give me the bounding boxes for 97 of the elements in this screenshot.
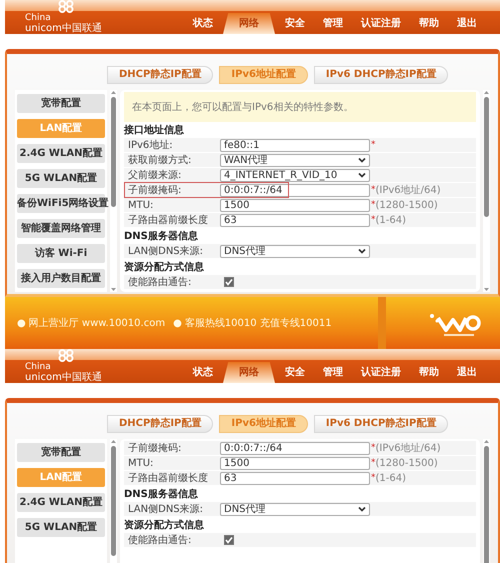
section-heading: DNS服务器信息 xyxy=(124,488,199,502)
footer-stripe xyxy=(378,297,386,349)
field-label: 子路由器前缀长度 xyxy=(127,472,209,485)
nav-tab[interactable]: 状态 xyxy=(185,362,221,383)
text-field[interactable]: 63 xyxy=(220,214,370,226)
nav-tab[interactable]: 管理 xyxy=(315,362,351,383)
field-label: 使能路由通告: xyxy=(127,534,192,547)
text-field[interactable]: 0:0:0:7::/64 xyxy=(220,442,370,454)
sidebar-item[interactable]: 2.4G WLAN配置 xyxy=(17,493,105,512)
sidebar-item[interactable]: 2.4G WLAN配置 xyxy=(17,144,105,163)
scrollbar[interactable] xyxy=(110,90,117,292)
field-label: 使能路由通告: xyxy=(127,276,192,289)
sidebar-item[interactable]: 访客 Wi-Fi xyxy=(17,244,105,263)
required-mark: * xyxy=(371,185,376,195)
section-heading: 接口地址信息 xyxy=(124,124,185,138)
chevron-down-icon xyxy=(358,172,366,178)
required-mark: * xyxy=(371,215,376,225)
field-hint: (1-64) xyxy=(376,214,406,226)
field-label: LAN侧DNS来源: xyxy=(127,244,204,258)
nav-tab[interactable]: 网络 xyxy=(223,362,275,383)
nav-tab[interactable]: 管理 xyxy=(315,13,351,34)
brand-name: unicom中国联通 xyxy=(25,372,103,383)
dropdown[interactable]: 4_INTERNET_R_VID_10 xyxy=(220,168,370,182)
config-tab[interactable]: IPv6 DHCP静态IP配置 xyxy=(314,66,448,84)
sidebar-item[interactable]: 宽带配置 xyxy=(17,94,105,113)
section-heading: 资源分配方式信息 xyxy=(124,260,205,275)
required-mark: * xyxy=(371,140,376,150)
brand-name: unicom中国联通 xyxy=(25,23,103,34)
field-hint: (1280-1500) xyxy=(376,458,438,468)
chevron-down-icon xyxy=(358,506,366,512)
dropdown[interactable]: DNS代理 xyxy=(220,244,370,258)
nav-tab[interactable]: 安全 xyxy=(277,13,313,34)
scroll-down-icon xyxy=(110,287,117,292)
dropdown[interactable]: WAN代理 xyxy=(220,154,370,166)
sidebar-item[interactable]: 5G WLAN配置 xyxy=(17,518,105,537)
nav-tab[interactable]: 认证注册 xyxy=(353,362,409,383)
nav-tab[interactable]: 帮助 xyxy=(411,13,447,34)
scroll-down-icon xyxy=(483,287,490,292)
text-field[interactable]: fe80::1 xyxy=(220,138,370,152)
chevron-down-icon xyxy=(358,157,366,163)
required-mark: * xyxy=(371,443,376,453)
dropdown[interactable]: DNS代理 xyxy=(220,502,370,516)
sidebar-item[interactable]: 接入用户数目配置 xyxy=(17,269,105,288)
text-field[interactable]: 63 xyxy=(220,472,370,484)
config-tab[interactable]: IPv6地址配置 xyxy=(219,415,308,433)
field-label: 子前缀掩码: xyxy=(127,184,182,197)
field-label: 子前缀掩码: xyxy=(127,442,182,455)
text-field[interactable]: 1500 xyxy=(220,456,370,470)
field-hint: (IPv6地址/64) xyxy=(376,184,441,197)
field-label: MTU: xyxy=(127,200,154,210)
chevron-down-icon xyxy=(358,248,366,254)
config-tab[interactable]: DHCP静态IP配置 xyxy=(107,66,214,84)
sidebar-item[interactable]: 5G WLAN配置 xyxy=(17,169,105,188)
sidebar-item[interactable]: 智能覆盖网络管理 xyxy=(17,219,105,238)
brand-name: China xyxy=(25,14,52,23)
nav-tab[interactable]: 帮助 xyxy=(411,362,447,383)
info-notice: 在本页面上，您可以配置与IPv6相关的特性参数。 xyxy=(124,92,476,122)
text-field[interactable]: 1500 xyxy=(220,198,370,212)
field-label: 父前缀来源: xyxy=(127,168,182,182)
config-tab[interactable]: IPv6地址配置 xyxy=(219,66,308,84)
field-hint: (1-64) xyxy=(376,472,406,484)
scrollbar[interactable] xyxy=(483,90,490,292)
field-hint: (1280-1500) xyxy=(376,200,438,210)
scroll-up-icon xyxy=(483,90,490,95)
section-heading: DNS服务器信息 xyxy=(124,230,199,244)
scroll-up-icon xyxy=(483,439,490,444)
scroll-up-icon xyxy=(110,90,117,95)
footer-text: 客服热线10010 充值专线10011 xyxy=(184,316,332,330)
required-mark: * xyxy=(371,458,376,468)
checkbox[interactable] xyxy=(224,535,234,545)
scroll-up-icon xyxy=(110,439,117,444)
field-label: LAN侧DNS来源: xyxy=(127,502,204,516)
nav-tab[interactable]: 状态 xyxy=(185,13,221,34)
field-label: 获取前缀方式: xyxy=(127,154,192,167)
bullet: ● xyxy=(173,318,182,328)
field-label: MTU: xyxy=(127,458,154,468)
required-mark: * xyxy=(371,200,376,210)
nav-tab[interactable]: 认证注册 xyxy=(353,13,409,34)
footer-text: 网上营业厅 www.10010.com xyxy=(28,316,166,330)
text-field[interactable]: 0:0:0:7::/64 xyxy=(220,184,370,196)
required-mark: * xyxy=(371,473,376,483)
brand-name: China xyxy=(25,363,52,372)
nav-tab[interactable]: 网络 xyxy=(223,13,275,34)
field-label: IPv6地址: xyxy=(127,138,174,152)
nav-tab[interactable]: 退出 xyxy=(449,13,485,34)
nav-tab[interactable]: 安全 xyxy=(277,362,313,383)
scrollbar[interactable] xyxy=(483,439,490,563)
checkbox[interactable] xyxy=(224,277,234,287)
nav-tab[interactable]: 退出 xyxy=(449,362,485,383)
sidebar-item[interactable]: 宽带配置 xyxy=(17,443,105,462)
config-tab[interactable]: IPv6 DHCP静态IP配置 xyxy=(314,415,448,433)
scrollbar[interactable] xyxy=(110,439,117,563)
config-tab[interactable]: DHCP静态IP配置 xyxy=(107,415,214,433)
field-label: 子路由器前缀长度 xyxy=(127,214,209,227)
section-heading: 资源分配方式信息 xyxy=(124,518,205,533)
field-hint: (IPv6地址/64) xyxy=(376,442,441,455)
bullet: ● xyxy=(17,318,26,328)
